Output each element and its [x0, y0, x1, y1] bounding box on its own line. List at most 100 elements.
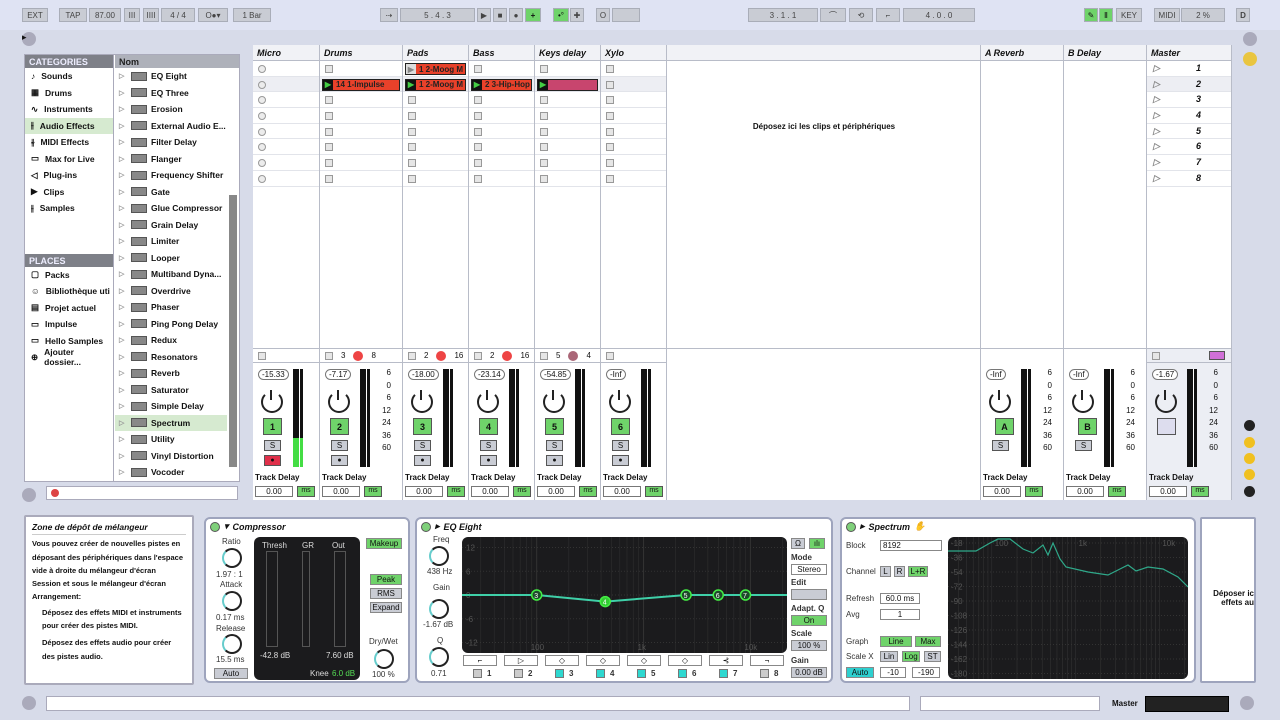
clip-stop-button[interactable]: [474, 159, 482, 168]
category-item[interactable]: ▦ Drums: [25, 85, 113, 102]
scene-launch[interactable]: ▷ 6: [1147, 139, 1231, 156]
volume-field[interactable]: -15.33: [258, 369, 289, 380]
expand-triangle-icon[interactable]: ▷: [119, 171, 127, 179]
range-high-field[interactable]: -190: [912, 667, 940, 678]
clip-slot[interactable]: [403, 155, 468, 171]
clip-stop-button[interactable]: [540, 65, 548, 73]
clip-slot[interactable]: [601, 124, 666, 140]
expand-triangle-icon[interactable]: ▷: [119, 188, 127, 196]
pan-knob[interactable]: [477, 390, 499, 413]
clip-stop-button[interactable]: [325, 174, 333, 183]
collapse-icon[interactable]: ▾: [224, 521, 229, 532]
clip-slot[interactable]: [403, 171, 468, 187]
track-delay-field[interactable]: 0.00: [603, 486, 641, 497]
track-delay-field[interactable]: 0.00: [471, 486, 509, 497]
clip-slot[interactable]: [253, 139, 319, 156]
volume-field[interactable]: -Inf: [986, 369, 1006, 380]
clip-stop-button[interactable]: [606, 80, 614, 89]
clip-slot[interactable]: [601, 61, 666, 77]
browser-item[interactable]: ▷ Overdrive: [115, 283, 227, 300]
returns-toggle-icon[interactable]: [1244, 453, 1255, 464]
clip-slot[interactable]: [535, 155, 600, 171]
clip-stop-button[interactable]: [606, 96, 614, 105]
nudge-up-button[interactable]: IIII: [143, 8, 159, 22]
place-item[interactable]: ▤ Projet actuel: [25, 300, 113, 317]
clip-stop-button[interactable]: [325, 65, 333, 73]
track-title[interactable]: A Reverb: [981, 45, 1063, 61]
arm-button[interactable]: ●: [480, 455, 497, 466]
preview-bar[interactable]: [46, 486, 238, 500]
scene-launch[interactable]: ▷ 4: [1147, 108, 1231, 124]
clip-slot[interactable]: [253, 171, 319, 187]
tempo-field[interactable]: 87.00: [89, 8, 121, 22]
browser-item[interactable]: ▷ Redux: [115, 332, 227, 349]
solo-button[interactable]: S: [264, 440, 281, 451]
expand-triangle-icon[interactable]: ▷: [119, 138, 127, 146]
scene-play-icon[interactable]: ▷: [1153, 79, 1160, 92]
browser-scrollbar[interactable]: [229, 195, 237, 467]
session-view-icon[interactable]: [1243, 32, 1257, 46]
clip-stop-button[interactable]: [408, 112, 416, 121]
scene-play-icon[interactable]: ▷: [1153, 63, 1160, 76]
clip-slot[interactable]: [535, 92, 600, 109]
arm-button[interactable]: ●: [414, 455, 431, 466]
auto-range-button[interactable]: Auto: [846, 667, 874, 678]
scene-launch[interactable]: ▷ 7: [1147, 155, 1231, 171]
browser-item[interactable]: ▷ EQ Eight: [115, 68, 227, 85]
eq-band-handle[interactable]: 7: [739, 589, 752, 601]
clip-slot[interactable]: [403, 124, 468, 140]
track-activator-button[interactable]: B: [1078, 418, 1097, 435]
clip-slot[interactable]: [320, 139, 402, 156]
expand-triangle-icon[interactable]: ▷: [119, 353, 127, 361]
track-delay-unit-button[interactable]: ms: [297, 486, 315, 497]
place-item[interactable]: ☺ Bibliothèque uti: [25, 283, 113, 300]
browser-toggle-icon[interactable]: ▸: [22, 32, 36, 46]
solo-button[interactable]: S: [414, 440, 431, 451]
track-delay-field[interactable]: 0.00: [537, 486, 575, 497]
stop-all-button[interactable]: [474, 351, 482, 360]
nudge-down-button[interactable]: III: [124, 8, 140, 22]
clip-slot[interactable]: [469, 124, 534, 140]
clip-slot[interactable]: [320, 92, 402, 109]
volume-field[interactable]: -1.67: [1152, 369, 1179, 380]
clip-stop-button[interactable]: [408, 143, 416, 152]
clip[interactable]: ▶ 1 2-Moog M: [405, 78, 466, 91]
clip-slot[interactable]: ▶: [535, 76, 600, 93]
clip-stop-button[interactable]: [606, 174, 614, 183]
clip-stop-button[interactable]: [258, 174, 266, 183]
track-activator-button[interactable]: 2: [330, 418, 349, 435]
clip-stop-button[interactable]: [258, 143, 266, 152]
track-delay-field[interactable]: 0.00: [322, 486, 360, 497]
refresh-field[interactable]: 60.0 ms: [880, 593, 920, 604]
scene-play-icon[interactable]: ▷: [1153, 94, 1160, 107]
knee-value[interactable]: 6.0 dB: [332, 669, 355, 678]
browser-item[interactable]: ▷ Resonators: [115, 349, 227, 366]
scale-st-button[interactable]: ST: [924, 651, 941, 662]
clip-slot[interactable]: [469, 139, 534, 156]
clip-stop-button[interactable]: [258, 80, 266, 89]
graph-line-button[interactable]: Line: [880, 636, 912, 647]
clip-slot[interactable]: [253, 92, 319, 109]
band-enable-toggle[interactable]: [760, 669, 769, 678]
browser-item[interactable]: ▷ Frequency Shifter: [115, 167, 227, 184]
clip-stop-button[interactable]: [540, 174, 548, 183]
browser-item[interactable]: ▷ Filter Delay: [115, 134, 227, 151]
avg-field[interactable]: 1: [880, 609, 920, 620]
scene-launch[interactable]: ▷ 3: [1147, 92, 1231, 109]
track-delay-field[interactable]: 0.00: [983, 486, 1021, 497]
track-activator-button[interactable]: 3: [413, 418, 432, 435]
eq-band-handle[interactable]: 4: [599, 595, 611, 608]
track-activator-button[interactable]: 4: [479, 418, 498, 435]
track-delay-unit-button[interactable]: ms: [1191, 486, 1209, 497]
channel-r-button[interactable]: R: [894, 566, 905, 577]
clip-stop-button[interactable]: [540, 112, 548, 121]
solo-button[interactable]: S: [546, 440, 563, 451]
track-delay-unit-button[interactable]: ms: [447, 486, 465, 497]
track-delay-field[interactable]: 0.00: [1066, 486, 1104, 497]
clip-stop-button[interactable]: [474, 112, 482, 121]
scene-launch[interactable]: ▷ 2: [1147, 76, 1231, 93]
volume-meter[interactable]: [360, 369, 370, 467]
band-enable-toggle[interactable]: [719, 669, 728, 678]
crossfader-toggle-icon[interactable]: [1244, 486, 1255, 497]
volume-meter[interactable]: [293, 369, 303, 467]
